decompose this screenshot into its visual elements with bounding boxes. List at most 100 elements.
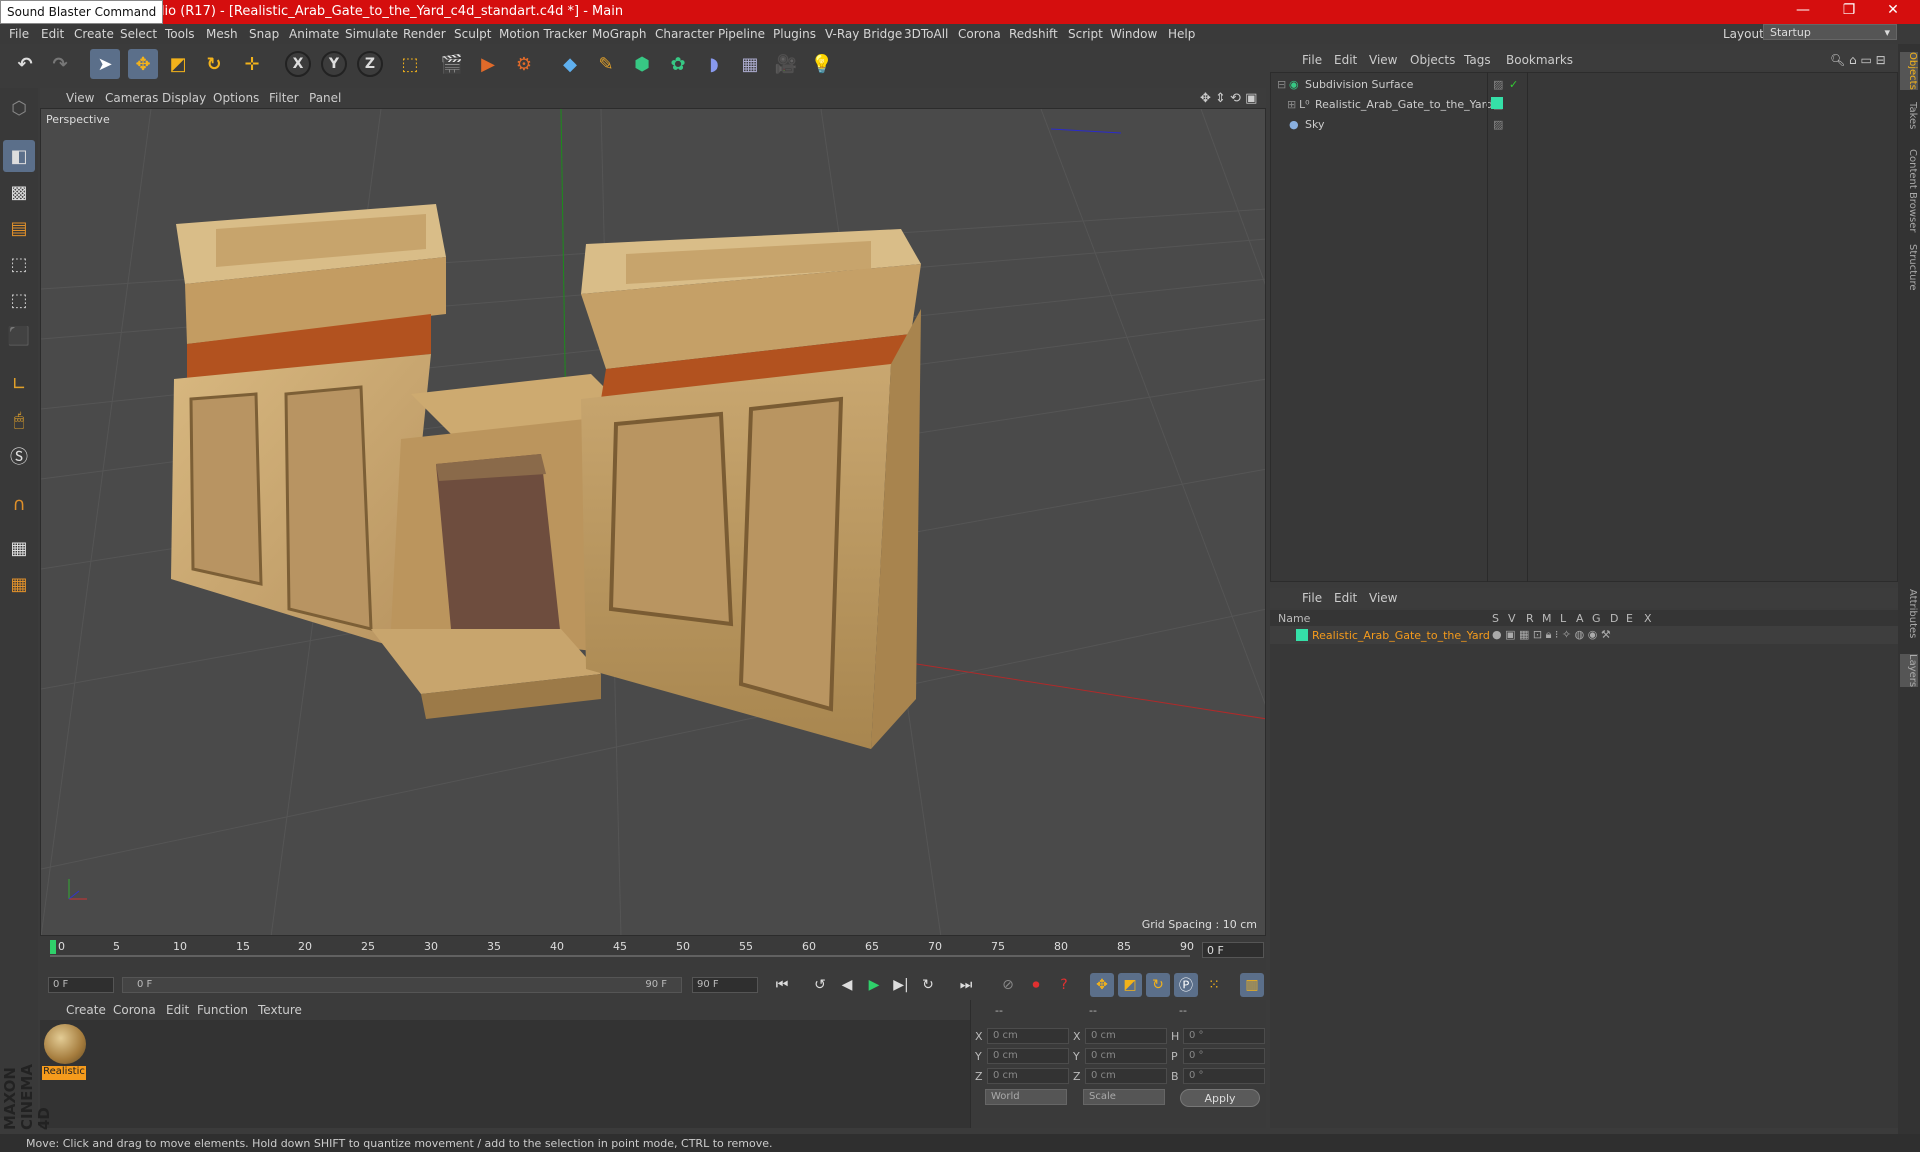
tweak-mode-icon[interactable]: 🖱 [3, 404, 35, 436]
close-icon[interactable]: ✕ [1878, 2, 1908, 18]
next-key-icon[interactable]: ↻ [916, 973, 940, 997]
menu-tools[interactable]: Tools [165, 27, 195, 41]
undo-icon[interactable]: ↶ [10, 49, 40, 79]
edges-mode-icon[interactable]: ⬚ [3, 284, 35, 316]
timeline-playhead[interactable] [50, 940, 56, 954]
om-menu-tags[interactable]: Tags [1464, 53, 1491, 67]
go-to-start-icon[interactable]: ⏮ [770, 973, 794, 997]
next-frame-icon[interactable]: ▶| [889, 973, 913, 997]
previous-frame-icon[interactable]: ◀ [835, 973, 859, 997]
tab-objects[interactable]: Objects [1900, 52, 1918, 90]
material-menu-texture[interactable]: Texture [258, 1003, 302, 1017]
lm-menu-edit[interactable]: Edit [1334, 591, 1357, 605]
menu-character[interactable]: Character [655, 27, 714, 41]
apply-button[interactable]: Apply [1180, 1089, 1260, 1107]
om-menu-view[interactable]: View [1369, 53, 1397, 67]
redo-icon[interactable]: ↷ [45, 49, 75, 79]
object-row[interactable]: ⊟ ◉ Subdivision Surface ▨ ✓ [1271, 75, 1897, 93]
frame-range-slider[interactable]: 0 F 90 F [122, 977, 682, 993]
layer-row[interactable]: Realistic_Arab_Gate_to_the_Yard ● ▣ ▦ ⊡ … [1270, 626, 1898, 644]
menu-script[interactable]: Script [1068, 27, 1103, 41]
rotation-p-field[interactable]: 0 ° [1183, 1048, 1265, 1064]
cube-icon[interactable]: ◆ [555, 49, 585, 79]
material-menu-create[interactable]: Create [66, 1003, 106, 1017]
layer-toggle-icons[interactable]: ● ▣ ▦ ⊡ 🔒︎ ⁝ ✧ ◍ ◉ ⚒ [1492, 628, 1611, 642]
play-icon[interactable]: ▶ [862, 973, 886, 997]
viewport-menu-cameras[interactable]: Cameras [105, 91, 158, 105]
rotate-icon[interactable]: ↻ [199, 49, 229, 79]
menu-create[interactable]: Create [74, 27, 114, 41]
size-x-field[interactable]: 0 cm [1085, 1028, 1167, 1044]
object-name[interactable]: Realistic_Arab_Gate_to_the_Yard [1315, 98, 1493, 111]
camera-icon[interactable]: 🎥 [771, 49, 801, 79]
tab-layers[interactable]: Layers [1900, 654, 1918, 688]
subdivision-icon[interactable]: ⬢ [627, 49, 657, 79]
om-search-icon[interactable]: 🔍︎ ⌂ ▭ ⊟ [1830, 53, 1886, 67]
menu-motion-tracker[interactable]: Motion Tracker [499, 27, 587, 41]
go-to-end-icon[interactable]: ⏭ [954, 973, 978, 997]
x-axis-lock-icon[interactable]: X [285, 51, 311, 77]
om-menu-objects[interactable]: Objects [1410, 53, 1455, 67]
key-position-icon[interactable]: ✥ [1090, 973, 1114, 997]
floor-icon[interactable]: ▦ [735, 49, 765, 79]
texture-mode-icon[interactable]: ▩ [3, 176, 35, 208]
select-cursor-icon[interactable]: ➤ [90, 49, 120, 79]
menu-mesh[interactable]: Mesh [206, 27, 238, 41]
end-frame-field[interactable]: 90 F [692, 977, 758, 993]
size-y-field[interactable]: 0 cm [1085, 1048, 1167, 1064]
visibility-icon[interactable]: ▨ [1493, 78, 1503, 91]
render-view-icon[interactable]: 🎬 [437, 49, 467, 79]
render-picture-viewer-icon[interactable]: ▶ [473, 49, 503, 79]
timeline-window-icon[interactable]: ▥ [1240, 973, 1264, 997]
object-row[interactable]: ⊞ L⁰ Realistic_Arab_Gate_to_the_Yard ▨ [1271, 95, 1897, 113]
layout-select[interactable]: Startup ▾ [1763, 24, 1897, 40]
lm-menu-file[interactable]: File [1302, 591, 1322, 605]
polygons-mode-icon[interactable]: ⬛ [3, 320, 35, 352]
layer-color-swatch[interactable] [1296, 629, 1308, 641]
material-menu-function[interactable]: Function [197, 1003, 248, 1017]
key-parameter-icon[interactable]: Ⓟ [1174, 973, 1198, 997]
viewport-menu-view[interactable]: View [66, 91, 94, 105]
layer-name[interactable]: Realistic_Arab_Gate_to_the_Yard [1312, 629, 1490, 642]
current-frame-field[interactable]: 0 F [1202, 942, 1264, 958]
object-name[interactable]: Subdivision Surface [1305, 78, 1413, 91]
menu-sculpt[interactable]: Sculpt [454, 27, 491, 41]
object-name[interactable]: Sky [1305, 118, 1324, 131]
menu-animate[interactable]: Animate [289, 27, 339, 41]
rotation-h-field[interactable]: 0 ° [1183, 1028, 1265, 1044]
axis-mode-icon[interactable]: ∟ [3, 368, 35, 400]
tab-structure[interactable]: Structure [1900, 244, 1918, 291]
menu-vray-bridge[interactable]: V-Ray Bridge [825, 27, 902, 41]
deformer-icon[interactable]: ◗ [699, 49, 729, 79]
om-menu-edit[interactable]: Edit [1334, 53, 1357, 67]
material-name[interactable]: Realistic [42, 1066, 86, 1080]
viewport-menu-panel[interactable]: Panel [309, 91, 341, 105]
om-menu-bookmarks[interactable]: Bookmarks [1506, 53, 1573, 67]
enabled-check-icon[interactable]: ✓ [1509, 78, 1518, 91]
mograph-cloner-icon[interactable]: ✿ [663, 49, 693, 79]
material-menu-corona[interactable]: Corona [113, 1003, 156, 1017]
tab-content-browser[interactable]: Content Browser [1900, 149, 1918, 232]
snap-icon[interactable]: Ⓢ [3, 440, 35, 472]
menu-corona[interactable]: Corona [958, 27, 1001, 41]
planar-workplane-icon[interactable]: ▦ [3, 568, 35, 600]
menu-file[interactable]: File [9, 27, 29, 41]
collapse-icon[interactable]: ⊟ [1277, 78, 1286, 91]
viewport-menu-filter[interactable]: Filter [269, 91, 299, 105]
menu-3dtoall[interactable]: 3DToAll [904, 27, 948, 41]
start-frame-field[interactable]: 0 F [48, 977, 114, 993]
lm-menu-view[interactable]: View [1369, 591, 1397, 605]
menu-mograph[interactable]: MoGraph [592, 27, 647, 41]
autokey-icon[interactable]: ⏺ [1024, 973, 1048, 997]
menu-snap[interactable]: Snap [249, 27, 279, 41]
material-preview[interactable] [44, 1024, 86, 1064]
position-y-field[interactable]: 0 cm [987, 1048, 1069, 1064]
tab-attributes[interactable]: Attributes [1900, 589, 1918, 638]
object-row[interactable]: ● Sky ▨ [1271, 115, 1897, 133]
coordinate-system-icon[interactable]: ⬚ [395, 49, 425, 79]
points-mode-icon[interactable]: ⬚ [3, 248, 35, 280]
menu-edit[interactable]: Edit [41, 27, 64, 41]
menu-help[interactable]: Help [1168, 27, 1195, 41]
coordinate-system-select[interactable]: World [985, 1089, 1067, 1105]
z-axis-lock-icon[interactable]: Z [357, 51, 383, 77]
